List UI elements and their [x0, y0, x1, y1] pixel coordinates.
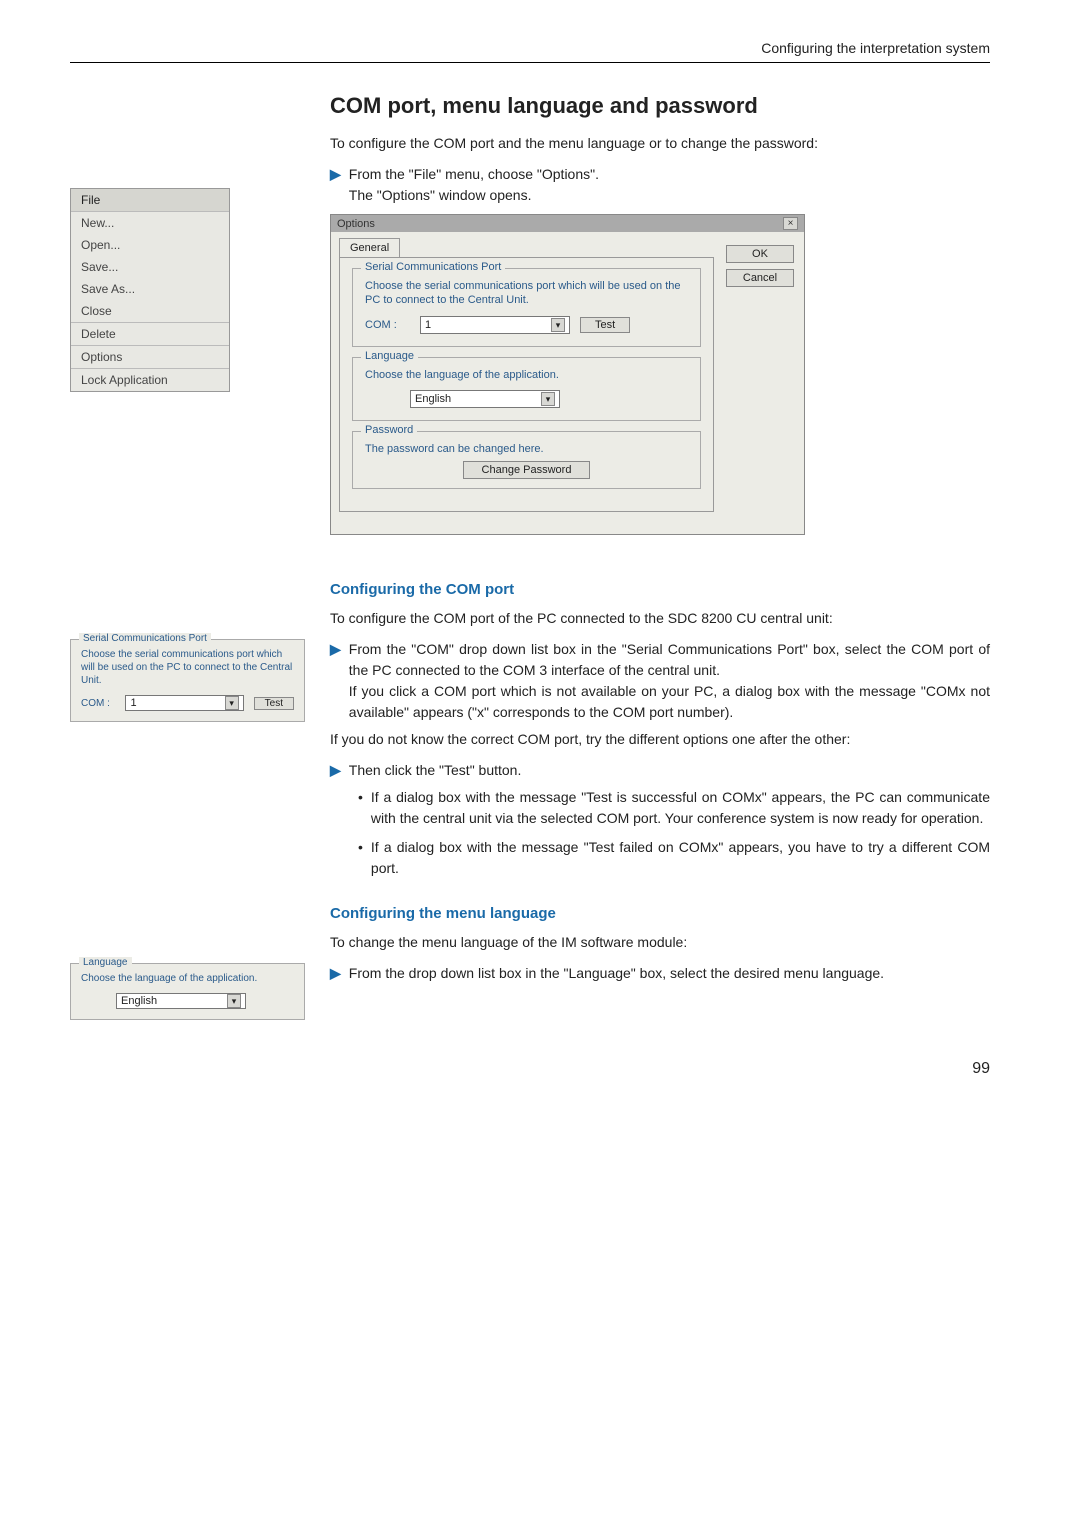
comport-intro: To configure the COM port of the PC conn… — [330, 608, 990, 629]
step-arrow-icon: ▶ — [330, 963, 341, 984]
intro-paragraph: To configure the COM port and the menu l… — [330, 133, 990, 154]
file-menu: File New... Open... Save... Save As... C… — [70, 188, 230, 392]
step-text: From the drop down list box in the "Lang… — [349, 963, 990, 984]
file-menu-title: File — [71, 189, 229, 212]
menu-item-options[interactable]: Options — [71, 345, 229, 368]
change-password-button[interactable]: Change Password — [463, 461, 591, 479]
tab-general[interactable]: General — [339, 238, 400, 257]
dialog-title: Options — [337, 218, 375, 230]
menulang-heading: Configuring the menu language — [330, 905, 990, 922]
serial-port-group: Serial Communications Port Choose the se… — [352, 268, 701, 347]
chevron-down-icon[interactable]: ▾ — [227, 994, 241, 1008]
menu-item-lock[interactable]: Lock Application — [71, 368, 229, 391]
menulang-intro: To change the menu language of the IM so… — [330, 932, 990, 953]
comport-heading: Configuring the COM port — [330, 581, 990, 598]
menu-item-delete[interactable]: Delete — [71, 322, 229, 345]
bullet-text: If a dialog box with the message "Test i… — [371, 787, 990, 829]
bullet-icon: • — [358, 787, 363, 829]
comport-p2: If you do not know the correct COM port,… — [330, 729, 990, 750]
menu-item-save[interactable]: Save... — [71, 256, 229, 278]
step-text: From the "File" menu, choose "Options". … — [349, 164, 990, 206]
step-arrow-icon: ▶ — [330, 760, 341, 781]
language-legend: Language — [361, 350, 418, 362]
bullet-text: If a dialog box with the message "Test f… — [371, 837, 990, 879]
serial-help: Choose the serial communications port wh… — [365, 279, 688, 308]
menu-item-save-as[interactable]: Save As... — [71, 278, 229, 300]
com-dropdown[interactable]: 1 ▾ — [420, 316, 570, 334]
menu-item-open[interactable]: Open... — [71, 234, 229, 256]
password-help: The password can be changed here. — [365, 442, 688, 456]
chevron-down-icon[interactable]: ▾ — [551, 318, 565, 332]
chevron-down-icon[interactable]: ▾ — [541, 392, 555, 406]
language-dropdown-mini[interactable]: English ▾ — [116, 993, 246, 1009]
running-head: Configuring the interpretation system — [70, 40, 990, 63]
menu-item-new[interactable]: New... — [71, 212, 229, 234]
language-dropdown[interactable]: English ▾ — [410, 390, 560, 408]
page-number: 99 — [70, 1060, 990, 1078]
com-dropdown-mini[interactable]: 1 ▾ — [125, 695, 243, 711]
cancel-button[interactable]: Cancel — [726, 269, 794, 287]
ok-button[interactable]: OK — [726, 245, 794, 263]
password-group: Password The password can be changed her… — [352, 431, 701, 489]
serial-port-mini: Serial Communications Port Choose the se… — [70, 639, 305, 722]
step-arrow-icon: ▶ — [330, 164, 341, 206]
language-help: Choose the language of the application. — [365, 368, 688, 382]
section-title: COM port, menu language and password — [330, 93, 990, 119]
step-arrow-icon: ▶ — [330, 639, 341, 723]
com-label: COM : — [365, 319, 410, 331]
chevron-down-icon[interactable]: ▾ — [225, 696, 239, 710]
test-button[interactable]: Test — [580, 317, 630, 333]
step-text: From the "COM" drop down list box in the… — [349, 639, 990, 723]
language-mini: Language Choose the language of the appl… — [70, 963, 305, 1020]
close-icon[interactable]: × — [783, 217, 798, 230]
password-legend: Password — [361, 424, 417, 436]
language-group: Language Choose the language of the appl… — [352, 357, 701, 421]
serial-legend: Serial Communications Port — [361, 261, 505, 273]
step-text: Then click the "Test" button. — [349, 760, 990, 781]
options-dialog: Options × General OK Cancel Serial Commu… — [330, 214, 805, 535]
menu-item-close[interactable]: Close — [71, 300, 229, 322]
bullet-icon: • — [358, 837, 363, 879]
test-button-mini[interactable]: Test — [254, 697, 294, 710]
